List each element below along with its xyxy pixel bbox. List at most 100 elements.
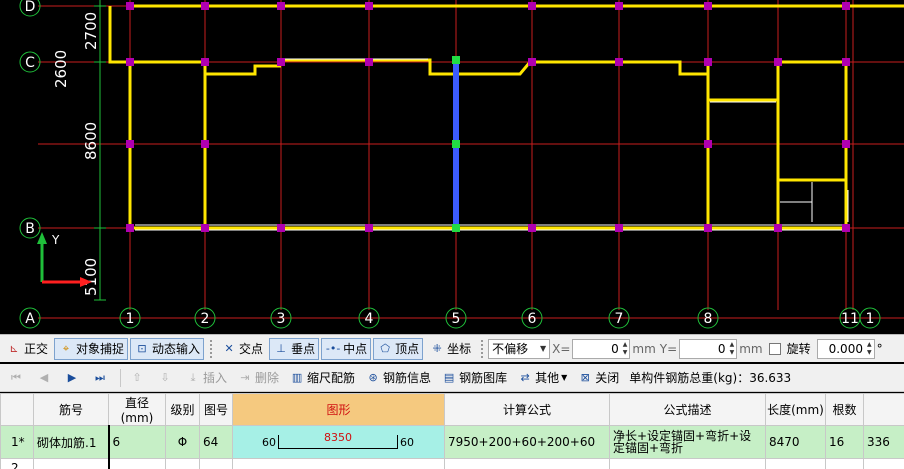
move-up-button[interactable]: ⇧ bbox=[125, 367, 151, 389]
walls[interactable] bbox=[108, 4, 904, 230]
row-number[interactable]: 1* bbox=[0, 425, 34, 459]
dim-text-2700: 2700 bbox=[82, 12, 100, 50]
cell-grade[interactable] bbox=[165, 458, 200, 469]
header-formula[interactable]: 计算公式 bbox=[444, 393, 610, 426]
table-row[interactable]: 2 bbox=[0, 458, 904, 469]
next-record-button[interactable]: ▶ bbox=[60, 367, 86, 389]
cell-count[interactable]: 16 bbox=[825, 425, 864, 459]
prev-record-button[interactable]: ◀ bbox=[32, 367, 58, 389]
x-input[interactable]: 0 ▲ ▼ bbox=[572, 338, 631, 359]
header-grade[interactable]: 级别 bbox=[165, 393, 200, 426]
scale-rebar-button[interactable]: ▥ 缩尺配筋 bbox=[285, 367, 359, 389]
cell-length[interactable] bbox=[765, 458, 826, 469]
cell-shape[interactable] bbox=[232, 458, 445, 469]
svg-text:2: 2 bbox=[201, 311, 210, 327]
first-record-button[interactable]: ⏮ bbox=[4, 367, 30, 389]
move-down-button[interactable]: ⇩ bbox=[153, 367, 179, 389]
first-icon: ⏮ bbox=[11, 370, 21, 384]
rotate-checkbox[interactable] bbox=[768, 342, 781, 355]
last-icon: ⏭ bbox=[95, 370, 105, 384]
close-button[interactable]: ⊠ 关闭 bbox=[573, 367, 623, 389]
header-count[interactable]: 根数 bbox=[825, 393, 864, 426]
cell-length[interactable]: 8470 bbox=[765, 425, 826, 459]
x-unit: mm bbox=[632, 341, 656, 356]
spinner-arrows-icon[interactable]: ▲ ▼ bbox=[623, 341, 628, 357]
selected-wall[interactable] bbox=[452, 56, 460, 232]
snap-toolbar: ⊾ 正交 ⌖ 对象捕捉 ⊡ 动态输入 ✕ 交点 ⊥ 垂点 ‐•‐ 中点 ⬠ 顶点… bbox=[0, 334, 904, 362]
cell-diameter[interactable]: 6 bbox=[108, 425, 166, 459]
offset-mode-select[interactable]: 不偏移 ▼ bbox=[488, 338, 551, 359]
header-diameter[interactable]: 直径(mm) bbox=[108, 393, 166, 426]
y-input[interactable]: 0 ▲ ▼ bbox=[679, 338, 738, 359]
cell-formula[interactable] bbox=[444, 458, 610, 469]
svg-text:C: C bbox=[25, 55, 35, 71]
other-icon: ⇄ bbox=[520, 370, 530, 384]
svg-text:A: A bbox=[25, 311, 35, 327]
cell-grade[interactable]: Φ bbox=[165, 425, 200, 459]
delete-icon: ⇥ bbox=[240, 370, 250, 384]
axis-bubble-b: B bbox=[19, 217, 41, 239]
rebar-library-button[interactable]: ▤ 钢筋图库 bbox=[437, 367, 511, 389]
delete-button[interactable]: ⇥ 删除 bbox=[233, 367, 283, 389]
dynamic-input-button[interactable]: ⊡ 动态输入 bbox=[130, 337, 205, 360]
header-figure-no[interactable]: 图号 bbox=[199, 393, 233, 426]
column-nodes[interactable] bbox=[126, 2, 850, 232]
svg-text:3: 3 bbox=[277, 311, 286, 327]
cell-count[interactable] bbox=[825, 458, 864, 469]
axis-bubble-11: 11 bbox=[839, 307, 861, 329]
cell-figure-no[interactable]: 64 bbox=[199, 425, 233, 459]
cell-description[interactable] bbox=[609, 458, 766, 469]
info-icon: ⊛ bbox=[368, 370, 378, 384]
midpoint-snap-button[interactable]: ‐•‐ 中点 bbox=[321, 337, 372, 360]
intersection-icon: ✕ bbox=[224, 341, 234, 355]
separator bbox=[120, 368, 121, 387]
vertex-icon: ⬠ bbox=[380, 341, 390, 355]
rebar-table[interactable]: 筋号 直径(mm) 级别 图号 图形 计算公式 公式描述 长度(mm) 根数 1… bbox=[0, 393, 904, 469]
vertex-snap-button[interactable]: ⬠ 顶点 bbox=[373, 337, 424, 360]
header-extra[interactable] bbox=[863, 393, 904, 426]
midpoint-icon: ‐•‐ bbox=[325, 341, 341, 355]
perpendicular-snap-button[interactable]: ⊥ 垂点 bbox=[269, 337, 320, 360]
separator bbox=[481, 339, 484, 358]
coordinate-button[interactable]: ⁜ 坐标 bbox=[425, 338, 475, 360]
spinner-arrows-icon[interactable]: ▲ ▼ bbox=[867, 341, 872, 357]
insert-button[interactable]: ⤓ 插入 bbox=[181, 367, 231, 389]
cell-description[interactable]: 净长+设定锚固+弯折+设定锚固+弯折 bbox=[609, 425, 766, 459]
dimension-texts: 2700 2600 8600 5100 bbox=[52, 12, 100, 296]
library-icon: ▤ bbox=[443, 370, 455, 384]
table-row[interactable]: 1* 砌体加筋.1 6 Φ 64 60 8350 60 7950+200+60+… bbox=[0, 425, 904, 459]
ortho-button[interactable]: ⊾ 正交 bbox=[2, 338, 52, 360]
svg-text:D: D bbox=[25, 0, 36, 15]
spinner-arrows-icon[interactable]: ▲ ▼ bbox=[730, 341, 735, 357]
floor-plan-drawing[interactable]: 2700 2600 8600 5100 D C B A 1 2 3 4 5 6 … bbox=[0, 0, 904, 334]
header-description[interactable]: 公式描述 bbox=[609, 393, 766, 426]
row-number[interactable]: 2 bbox=[0, 458, 34, 469]
cell-rebar-no[interactable] bbox=[33, 458, 110, 469]
object-snap-button[interactable]: ⌖ 对象捕捉 bbox=[54, 337, 129, 360]
dim-text-5100: 5100 bbox=[82, 258, 100, 296]
intersection-snap-button[interactable]: ✕ 交点 bbox=[217, 338, 267, 360]
axis-bubble-d: D bbox=[19, 0, 41, 17]
cell-rebar-no[interactable]: 砌体加筋.1 bbox=[33, 425, 110, 459]
rotate-input[interactable]: 0.000 ▲ ▼ bbox=[816, 338, 875, 359]
cell-extra[interactable]: 336 bbox=[863, 425, 904, 459]
shape-right-hook: 60 bbox=[400, 435, 414, 449]
svg-text:7: 7 bbox=[615, 311, 624, 327]
header-rebar-no[interactable]: 筋号 bbox=[33, 393, 109, 426]
coordinate-icon: ⁜ bbox=[432, 341, 442, 355]
axis-bubble-a: A bbox=[19, 307, 41, 329]
cad-canvas[interactable]: 2700 2600 8600 5100 D C B A 1 2 3 4 5 6 … bbox=[0, 0, 904, 334]
shape-left-hook: 60 bbox=[262, 435, 276, 449]
cell-extra[interactable] bbox=[863, 458, 904, 469]
header-length[interactable]: 长度(mm) bbox=[765, 393, 826, 426]
rebar-info-button[interactable]: ⊛ 钢筋信息 bbox=[361, 367, 435, 389]
cell-figure-no[interactable] bbox=[199, 458, 233, 469]
cell-formula[interactable]: 7950+200+60+200+60 bbox=[444, 425, 610, 459]
other-menu-button[interactable]: ⇄ 其他 ▼ bbox=[513, 367, 571, 389]
axis-bubble-c: C bbox=[19, 51, 41, 73]
cell-diameter[interactable] bbox=[108, 458, 166, 469]
arrow-up-icon: ⇧ bbox=[132, 370, 142, 384]
cell-shape[interactable]: 60 8350 60 bbox=[232, 425, 445, 459]
last-record-button[interactable]: ⏭ bbox=[88, 367, 114, 389]
header-shape[interactable]: 图形 bbox=[232, 393, 445, 426]
